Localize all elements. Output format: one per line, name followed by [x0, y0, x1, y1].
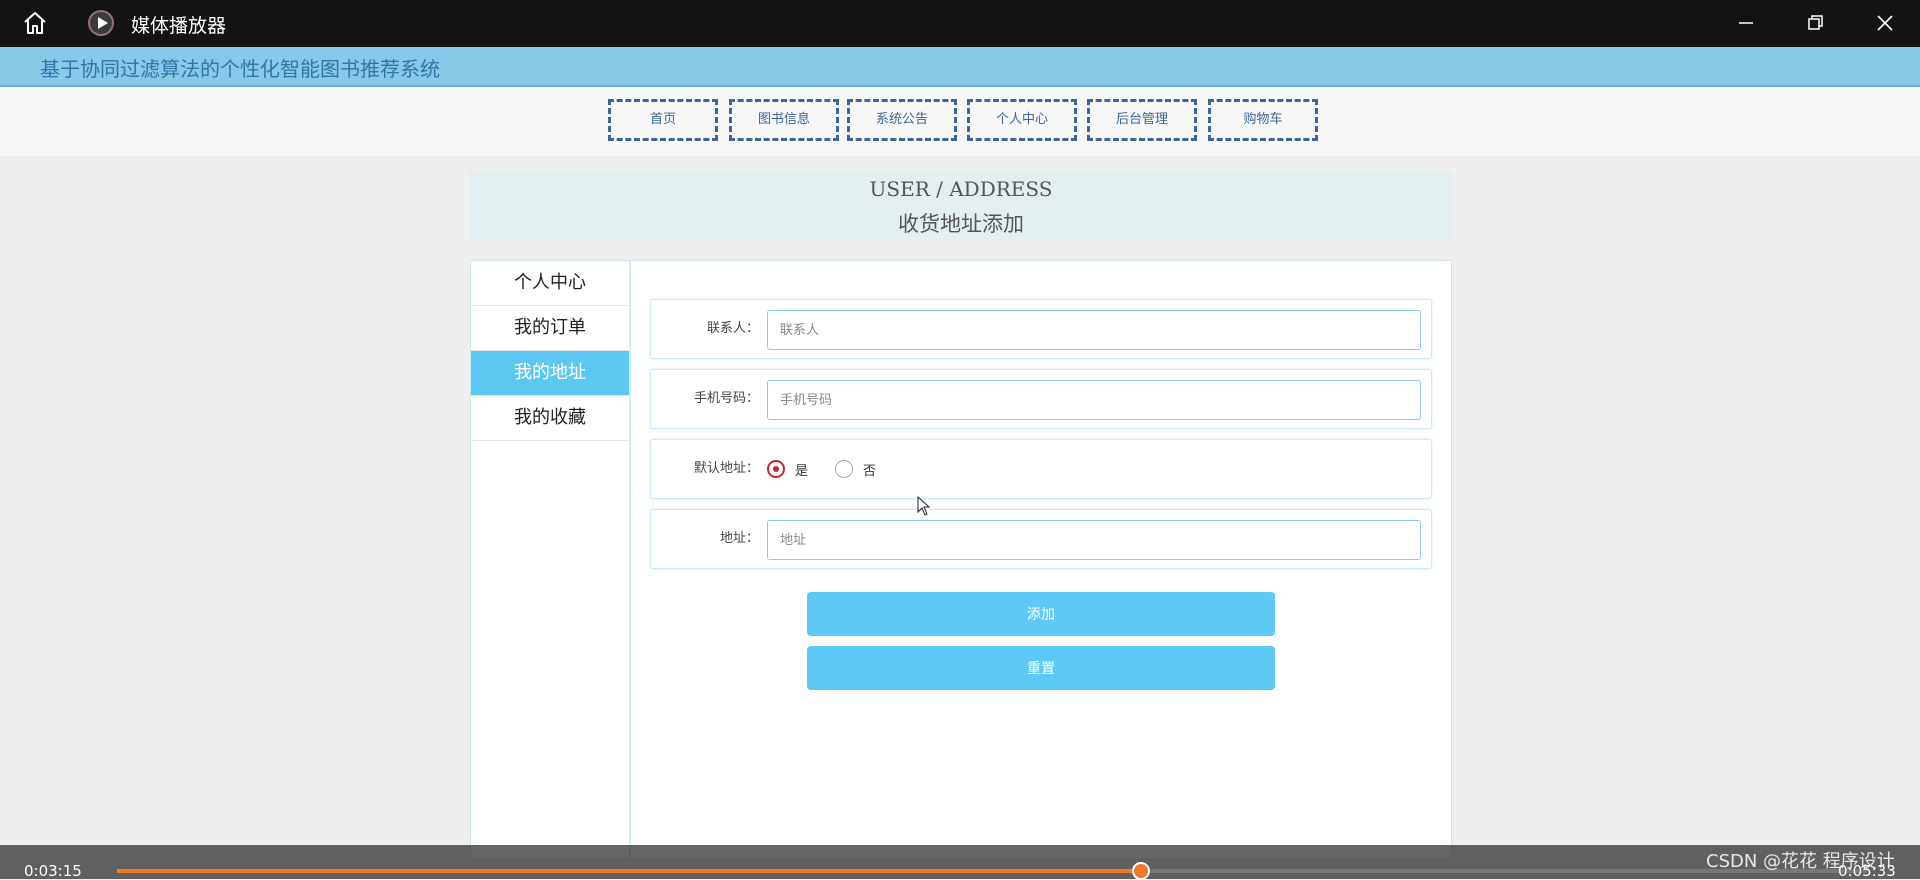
nav-item-home[interactable]: 首页: [608, 99, 718, 141]
page-title-cn: 收货地址添加: [898, 212, 1024, 236]
default-address-label: 默认地址：: [693, 461, 759, 476]
page-title-en: USER / ADDRESS: [869, 177, 1053, 201]
player-title-bar: 媒体播放器: [0, 0, 1920, 47]
mouse-cursor-icon: [917, 496, 931, 516]
nav-item-cart[interactable]: 购物车: [1208, 99, 1318, 141]
radio-no-label: 否: [863, 463, 877, 479]
radio-no[interactable]: [835, 460, 853, 478]
player-logo-icon: [88, 10, 114, 36]
form-row-address: 地址：: [650, 509, 1432, 569]
nav-item-announcements[interactable]: 系统公告: [847, 99, 957, 141]
contact-input[interactable]: [767, 310, 1421, 350]
site-header: 基于协同过滤算法的个性化智能图书推荐系统: [0, 47, 1920, 87]
player-title: 媒体播放器: [131, 15, 227, 37]
seek-handle[interactable]: [1131, 862, 1150, 880]
minimize-icon[interactable]: [1733, 10, 1759, 36]
phone-label: 手机号码：: [693, 391, 759, 406]
sidebar-item-my-address[interactable]: 我的地址: [471, 351, 629, 396]
default-no-option[interactable]: 否: [835, 458, 876, 480]
restore-icon[interactable]: [1802, 10, 1828, 36]
home-icon[interactable]: [22, 11, 48, 35]
nav-item-books[interactable]: 图书信息: [729, 99, 839, 141]
site-title: 基于协同过滤算法的个性化智能图书推荐系统: [40, 57, 440, 81]
form-row-contact: 联系人：: [650, 299, 1432, 359]
close-icon[interactable]: [1872, 10, 1898, 36]
reset-button[interactable]: 重置: [807, 646, 1275, 690]
current-time: 0:03:15: [24, 862, 82, 880]
add-button[interactable]: 添加: [807, 592, 1275, 636]
phone-input[interactable]: [767, 380, 1421, 420]
sidebar-item-my-orders[interactable]: 我的订单: [471, 306, 629, 351]
page-heading: USER / ADDRESS 收货地址添加: [470, 171, 1452, 241]
contact-label: 联系人：: [706, 321, 759, 336]
form-row-phone: 手机号码：: [650, 369, 1432, 429]
content-panel: 个人中心 我的订单 我的地址 我的收藏 联系人： 手机号码： 默认地址： 是 否…: [470, 260, 1452, 860]
seek-bar[interactable]: [117, 862, 1867, 880]
sidebar-item-personal-center[interactable]: 个人中心: [471, 261, 629, 306]
address-form: 联系人： 手机号码： 默认地址： 是 否 地址：: [650, 299, 1432, 579]
seek-progress: [117, 869, 1141, 873]
radio-yes[interactable]: [767, 460, 785, 478]
sidebar: 个人中心 我的订单 我的地址 我的收藏: [471, 261, 631, 859]
watermark: CSDN @花花 程序设计: [1706, 851, 1895, 872]
form-row-default-address: 默认地址： 是 否: [650, 439, 1432, 499]
default-yes-option[interactable]: 是: [767, 458, 808, 480]
radio-yes-label: 是: [795, 463, 809, 479]
main-nav: 首页 图书信息 系统公告 个人中心 后台管理 购物车: [0, 87, 1920, 156]
nav-item-personal-center[interactable]: 个人中心: [967, 99, 1077, 141]
address-input[interactable]: [767, 520, 1421, 560]
address-label: 地址：: [719, 531, 759, 546]
nav-item-admin[interactable]: 后台管理: [1087, 99, 1197, 141]
player-controls: 0:03:15 0:05:33: [0, 845, 1920, 880]
sidebar-item-my-favorites[interactable]: 我的收藏: [471, 396, 629, 441]
